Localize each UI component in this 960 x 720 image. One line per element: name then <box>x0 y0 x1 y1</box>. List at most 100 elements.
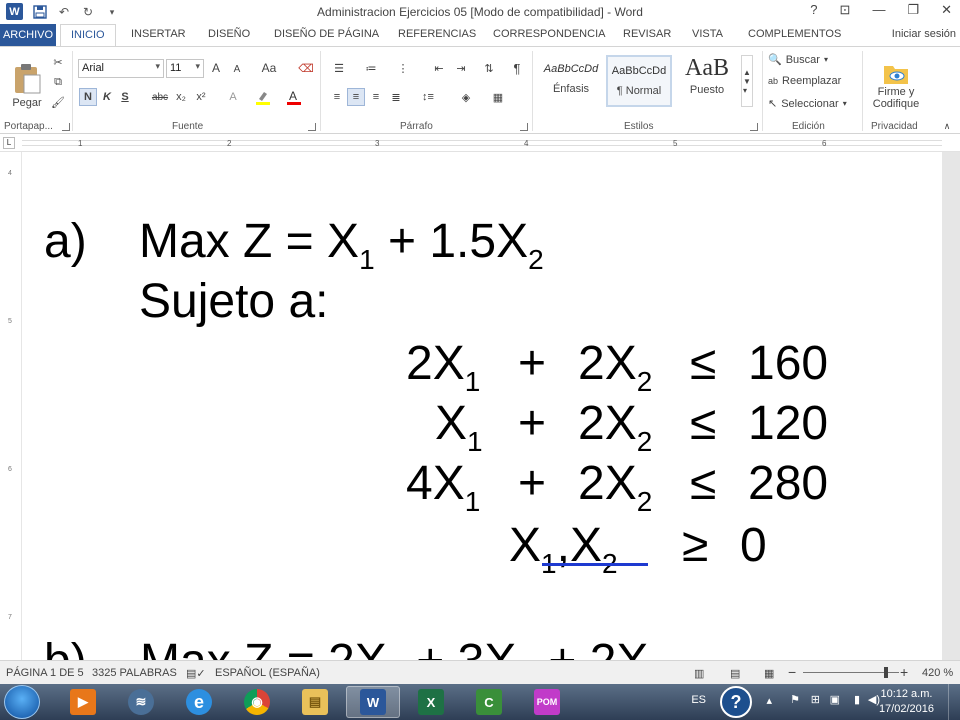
justify-icon[interactable]: ≣ <box>387 88 405 106</box>
align-right-icon[interactable]: ≡ <box>367 88 385 106</box>
ribbon-display-options-icon[interactable]: ⊡ <box>840 2 851 18</box>
restore-button[interactable]: ❐ <box>907 2 919 18</box>
style-title-label: Puesto <box>689 84 725 96</box>
change-case-button[interactable]: Aa <box>256 60 282 76</box>
network-tray-icon[interactable]: ▮ <box>854 693 860 706</box>
style-emphasis[interactable]: AaBbCcDd Énfasis <box>538 55 604 107</box>
windows-icon[interactable]: ⊞ <box>811 693 820 706</box>
next-exercise-line: b) Max Z = 2X₁ + 3X₂ + 2X₃ <box>44 638 668 661</box>
tab-view[interactable]: VISTA <box>692 28 723 40</box>
taskbar-explorer[interactable]: ▤ <box>288 686 342 718</box>
borders-icon[interactable]: ▦ <box>487 88 509 106</box>
help-tray-button[interactable]: ? <box>720 686 752 718</box>
print-layout-icon[interactable]: ▤ <box>730 667 740 680</box>
sign-in-link[interactable]: Iniciar sesión <box>892 28 956 40</box>
taskbar-pom[interactable]: POM <box>520 686 574 718</box>
find-button[interactable]: 🔍 Buscar ▾ <box>768 53 828 67</box>
styles-launcher-icon[interactable] <box>750 123 758 131</box>
taskbar-ie[interactable]: e <box>172 686 226 718</box>
start-button[interactable] <box>4 685 40 719</box>
line-spacing-icon[interactable]: ↕≡ <box>416 88 440 106</box>
tab-home[interactable]: INICIO <box>60 24 116 47</box>
tab-review[interactable]: REVISAR <box>623 28 671 40</box>
taskbar-excel[interactable]: X <box>404 686 458 718</box>
proofing-icon[interactable]: ▤✓ <box>186 667 206 680</box>
zoom-slider-thumb[interactable] <box>884 667 888 678</box>
bold-button[interactable]: N <box>79 88 97 106</box>
close-button[interactable]: ✕ <box>941 2 952 18</box>
zoom-level[interactable]: 420 % <box>922 667 953 679</box>
replace-button[interactable]: ab Reemplazar <box>768 75 841 87</box>
collapse-ribbon-icon[interactable]: ∧ <box>940 121 954 131</box>
zoom-in-button[interactable]: + <box>900 664 908 680</box>
action-center-icon[interactable]: ▣ <box>830 693 840 706</box>
strikethrough-button[interactable]: abc <box>149 88 171 106</box>
language-indicator[interactable]: ES <box>691 694 706 706</box>
align-center-icon[interactable]: ≡ <box>347 88 365 106</box>
tab-selector[interactable]: L <box>3 137 15 149</box>
taskbar-chrome[interactable]: ◉ <box>230 686 284 718</box>
taskbar-camtasia[interactable]: C <box>462 686 516 718</box>
read-mode-icon[interactable]: ▥ <box>694 667 704 680</box>
document-page[interactable]: a) Max Z = X1 + 1.5X2 Sujeto a: 2X1 + 2X… <box>22 152 942 660</box>
language-status[interactable]: ESPAÑOL (ESPAÑA) <box>215 667 320 679</box>
minimize-button[interactable]: — <box>872 2 885 18</box>
paste-button[interactable]: Pegar <box>8 53 46 119</box>
tab-references[interactable]: REFERENCIAS <box>398 28 476 40</box>
taskbar-media[interactable]: ▶ <box>56 686 110 718</box>
ruler-track[interactable] <box>22 140 942 146</box>
tab-design[interactable]: DISEÑO <box>208 28 250 40</box>
tab-page-layout[interactable]: DISEÑO DE PÁGINA <box>274 28 379 40</box>
clipboard-launcher-icon[interactable] <box>62 123 70 131</box>
constraint-2-plus: + <box>518 397 547 450</box>
tab-addins[interactable]: COMPLEMENTOS <box>748 28 841 40</box>
shading-icon[interactable]: ◈ <box>455 88 477 106</box>
copy-icon[interactable]: ⧉ <box>49 73 67 91</box>
grow-font-button[interactable]: A <box>209 60 223 76</box>
show-desktop-button[interactable] <box>948 684 960 720</box>
ruler-number: 3 <box>375 139 380 148</box>
superscript-button[interactable]: x² <box>193 88 209 106</box>
font-size-combo[interactable]: 11 ▾ <box>166 59 204 78</box>
sort-icon[interactable]: ⇅ <box>480 60 498 76</box>
increase-indent-icon[interactable]: ⇥ <box>452 60 470 76</box>
web-layout-icon[interactable]: ▦ <box>764 667 774 680</box>
tab-insert[interactable]: INSERTAR <box>131 28 186 40</box>
taskbar-network[interactable]: ≋ <box>114 686 168 718</box>
tab-mailings[interactable]: CORRESPONDENCIA <box>493 28 605 40</box>
word-count[interactable]: 3325 PALABRAS <box>92 667 177 679</box>
tab-file[interactable]: ARCHIVO <box>0 24 56 46</box>
paragraph-launcher-icon[interactable] <box>520 123 528 131</box>
style-normal[interactable]: AaBbCcDd ¶ Normal <box>606 55 672 107</box>
help-button[interactable]: ? <box>810 2 817 18</box>
font-launcher-icon[interactable] <box>308 123 316 131</box>
sign-encrypt-button[interactable]: Firme y Codifique <box>866 53 926 117</box>
font-color-icon[interactable]: A <box>284 88 304 106</box>
underline-button[interactable]: S <box>117 88 133 106</box>
styles-scroll[interactable]: ▲ ▼ ▾ <box>741 55 753 107</box>
flag-icon[interactable]: ⚑ <box>790 693 800 706</box>
zoom-out-button[interactable]: − <box>788 664 796 680</box>
page-count[interactable]: PÁGINA 1 DE 5 <box>6 667 84 679</box>
text-effects-icon[interactable]: A <box>224 88 242 106</box>
italic-button[interactable]: K <box>99 88 115 106</box>
subscript-button[interactable]: x₂ <box>173 88 189 106</box>
select-button[interactable]: ↖ Seleccionar ▾ <box>768 97 847 111</box>
format-painter-icon[interactable]: 🖌 <box>49 93 67 111</box>
clear-formatting-icon[interactable]: ⌫ <box>297 60 315 76</box>
shrink-font-button[interactable]: A <box>230 62 244 76</box>
multilevel-list-icon[interactable]: ⋮ <box>392 60 414 76</box>
style-title[interactable]: AaB Puesto <box>674 55 740 107</box>
constraint-3-op: ≤ <box>690 457 717 510</box>
numbering-icon[interactable]: ≔ <box>360 60 382 76</box>
font-name-combo[interactable]: Arial ▾ <box>78 59 164 78</box>
cut-icon[interactable]: ✂ <box>49 53 67 71</box>
highlight-color-icon[interactable] <box>253 88 273 106</box>
align-left-icon[interactable]: ≡ <box>328 88 346 106</box>
show-marks-button[interactable]: ¶ <box>508 60 526 76</box>
decrease-indent-icon[interactable]: ⇤ <box>430 60 448 76</box>
bullets-icon[interactable]: ☰ <box>328 60 350 76</box>
tray-expand-icon[interactable]: ▴ <box>766 694 772 707</box>
taskbar-word[interactable]: W <box>346 686 400 718</box>
clock[interactable]: 10:12 a.m. 17/02/2016 <box>879 687 934 717</box>
